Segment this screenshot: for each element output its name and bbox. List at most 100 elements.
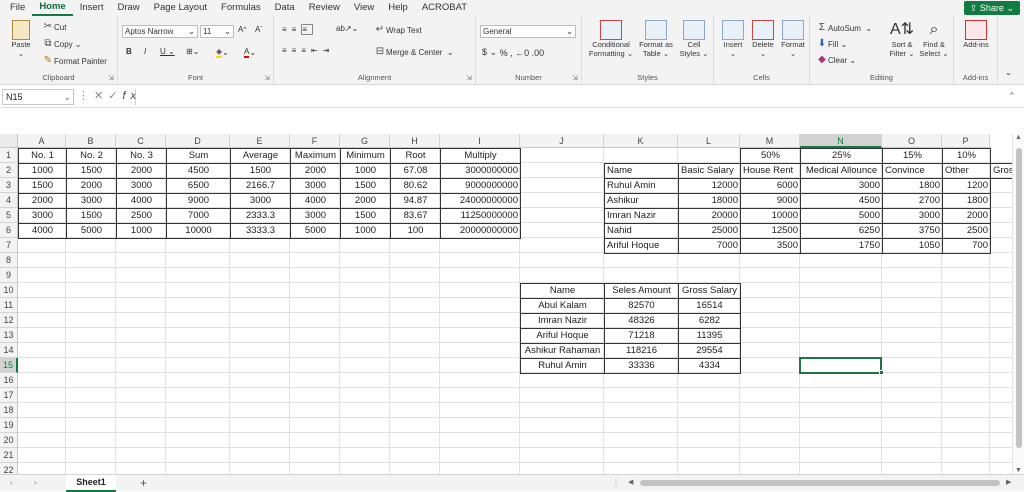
data-cell[interactable]: 12000 (678, 178, 741, 194)
data-cell[interactable]: 4334 (678, 358, 741, 374)
scroll-left-icon[interactable]: ◀ (628, 478, 633, 486)
menu-data[interactable]: Data (268, 0, 302, 16)
header-cell[interactable]: No. 2 (66, 148, 117, 164)
scroll-up-icon[interactable]: ▲ (1013, 134, 1024, 141)
column-header[interactable]: D (166, 134, 230, 148)
grow-font-button[interactable]: A ^ (238, 25, 246, 34)
data-cell[interactable]: 2333.3 (230, 208, 291, 224)
row-header[interactable]: 16 (0, 373, 18, 388)
data-cell[interactable]: 1800 (882, 178, 943, 194)
data-cell[interactable]: 11395 (678, 328, 741, 344)
row-header[interactable]: 22 (0, 463, 18, 474)
data-cell[interactable]: 10000 (166, 223, 231, 239)
data-cell[interactable]: 700 (942, 238, 991, 254)
data-cell[interactable]: 2000 (340, 193, 391, 209)
format-painter-button[interactable]: ✎ Format Painter (42, 55, 107, 67)
menu-page-layout[interactable]: Page Layout (147, 0, 214, 16)
data-cell[interactable]: 2500 (942, 223, 991, 239)
column-header[interactable]: M (740, 134, 800, 148)
menu-file[interactable]: File (0, 0, 32, 16)
data-cell[interactable]: 12500 (740, 223, 801, 239)
column-header[interactable]: O (882, 134, 942, 148)
header-cell[interactable]: Maximum (290, 148, 341, 164)
formula-input[interactable] (135, 89, 1005, 105)
data-cell[interactable]: 7000 (678, 238, 741, 254)
data-cell[interactable]: 4500 (800, 193, 883, 209)
row-header[interactable]: 11 (0, 298, 18, 313)
cell-styles-button[interactable]: Cell Styles ⌄ (678, 20, 710, 58)
column-header[interactable]: F (290, 134, 340, 148)
column-header[interactable]: K (604, 134, 678, 148)
data-cell[interactable]: Ruhul Amin (604, 178, 679, 194)
header-cell[interactable]: Medical Allounce (800, 163, 883, 179)
data-cell[interactable]: 1500 (66, 163, 117, 179)
row-header[interactable]: 4 (0, 193, 18, 208)
spreadsheet-grid[interactable]: A B C D E F G H I J K L M N O P 1 2 3 4 5 6 7 8 9 10 11 12 13 14 15 16 1… (0, 134, 1012, 474)
font-color-button[interactable]: A ⌄ (244, 47, 256, 58)
data-cell[interactable]: 7000 (166, 208, 231, 224)
name-box[interactable]: N15 ⌄ (2, 89, 74, 105)
data-cell[interactable]: 5000 (800, 208, 883, 224)
data-cell[interactable]: 1200 (942, 178, 991, 194)
column-header[interactable]: G (340, 134, 390, 148)
menu-draw[interactable]: Draw (110, 0, 146, 16)
clear-button[interactable]: ◆ Clear ⌄ (816, 54, 856, 66)
data-cell[interactable]: 24000000000 (440, 193, 521, 209)
column-header[interactable]: E (230, 134, 290, 148)
row-header[interactable]: 20 (0, 433, 18, 448)
data-cell[interactable]: Ashikur Rahaman (520, 343, 605, 359)
cancel-icon[interactable]: ✕ (94, 90, 108, 102)
data-cell[interactable]: Ashikur (604, 193, 679, 209)
data-cell[interactable]: 3000 (18, 208, 67, 224)
italic-button[interactable]: I (144, 47, 146, 56)
data-cell[interactable]: 20000000000 (440, 223, 521, 239)
data-cell[interactable]: 4000 (290, 193, 341, 209)
row-header[interactable]: 3 (0, 178, 18, 193)
data-cell[interactable]: 6000 (740, 178, 801, 194)
header-cell[interactable]: Gross Salary (678, 283, 741, 299)
fill-handle[interactable] (879, 370, 884, 375)
data-cell[interactable]: 80.62 (390, 178, 441, 194)
vertical-align-buttons[interactable]: ≡ ≡ ≡ (282, 24, 314, 35)
percent-cell[interactable]: 15% (882, 148, 943, 164)
data-cell[interactable]: 1500 (340, 178, 391, 194)
prev-sheet-icon[interactable]: ‹ (10, 478, 13, 487)
menu-acrobat[interactable]: ACROBAT (415, 0, 474, 16)
data-cell[interactable]: 1800 (942, 193, 991, 209)
data-cell[interactable]: 82570 (604, 298, 679, 314)
data-cell[interactable]: 10000 (740, 208, 801, 224)
row-header[interactable]: 17 (0, 388, 18, 403)
data-cell[interactable]: Imran Nazir (604, 208, 679, 224)
dialog-launcher-icon[interactable]: ⇲ (466, 74, 472, 82)
data-cell[interactable]: 94.87 (390, 193, 441, 209)
column-header[interactable]: C (116, 134, 166, 148)
cut-button[interactable]: ✂ Cut (42, 21, 67, 33)
sort-filter-button[interactable]: A⇅ Sort & Filter ⌄ (886, 20, 918, 58)
data-cell[interactable]: 4500 (166, 163, 231, 179)
row-header[interactable]: 18 (0, 403, 18, 418)
data-cell[interactable]: 2700 (882, 193, 943, 209)
data-cell[interactable]: 1500 (340, 208, 391, 224)
dialog-launcher-icon[interactable]: ⇲ (108, 74, 114, 82)
borders-button[interactable]: ⊞ ⌄ (186, 47, 199, 56)
column-header[interactable]: L (678, 134, 740, 148)
shrink-font-button[interactable]: Aˇ (255, 25, 263, 34)
data-cell[interactable]: Ariful Hoque (520, 328, 605, 344)
menu-review[interactable]: Review (302, 0, 347, 16)
header-cell[interactable]: Name (604, 163, 679, 179)
row-header[interactable]: 5 (0, 208, 18, 223)
row-header[interactable]: 15 (0, 358, 18, 373)
menu-home[interactable]: Home (32, 0, 73, 16)
number-format-combo[interactable]: General ⌄ (480, 25, 576, 38)
data-cell[interactable]: 29554 (678, 343, 741, 359)
collapse-ribbon-icon[interactable]: ⌄ (1005, 68, 1012, 77)
add-sheet-icon[interactable]: + (140, 476, 147, 490)
addins-button[interactable]: Add-ins (958, 20, 994, 49)
header-cell[interactable]: Minimum (340, 148, 391, 164)
data-cell[interactable]: 2166.7 (230, 178, 291, 194)
percent-cell[interactable]: 50% (740, 148, 801, 164)
data-cell[interactable]: 83.67 (390, 208, 441, 224)
data-cell[interactable]: 3000 (290, 178, 341, 194)
header-cell[interactable]: No. 1 (18, 148, 67, 164)
data-cell[interactable]: 3000 (230, 193, 291, 209)
